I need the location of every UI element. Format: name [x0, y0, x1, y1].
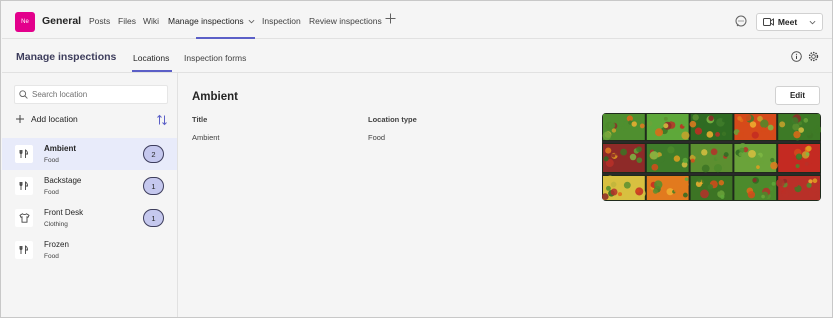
cutlery-icon [15, 145, 33, 163]
location-type: Food [44, 157, 59, 164]
meet-button[interactable]: Meet [756, 13, 804, 31]
chevron-down-icon [248, 20, 255, 24]
location-item-front-desk[interactable]: Front Desk Clothing 1 [2, 202, 177, 234]
location-item-backstage[interactable]: Backstage Food 1 [2, 170, 177, 202]
plus-icon [16, 115, 24, 123]
meet-label: Meet [777, 17, 798, 27]
location-item-ambient[interactable]: Ambient Food 2 [2, 138, 177, 170]
tab-inspection-forms[interactable]: Inspection forms [184, 53, 246, 63]
location-item-frozen[interactable]: Frozen Food [2, 234, 177, 266]
location-name: Ambient [44, 144, 76, 153]
tab-manage-inspections[interactable]: Manage inspections [168, 16, 255, 26]
tab-locations[interactable]: Locations [133, 53, 169, 63]
tab-review-inspections[interactable]: Review inspections [309, 16, 382, 26]
inspection-count-badge: 1 [143, 177, 164, 195]
location-type: Food [44, 189, 59, 196]
location-title: Ambient [192, 91, 238, 103]
inspection-count-badge: 1 [143, 209, 164, 227]
tab-inspection[interactable]: Inspection [262, 16, 301, 26]
location-detail-panel: Ambient Edit Title Ambient Location type… [178, 73, 832, 317]
search-icon [19, 90, 28, 99]
plus-icon [385, 13, 396, 24]
inspection-count-badge: 2 [143, 145, 164, 163]
location-name: Front Desk [44, 208, 84, 217]
channel-name: General [42, 15, 82, 27]
search-input[interactable] [32, 90, 162, 99]
app-window: Ne General Posts Files Wiki Manage inspe… [0, 0, 833, 318]
location-type: Clothing [44, 221, 68, 228]
gear-icon[interactable] [808, 51, 819, 62]
channel-header: Ne General Posts Files Wiki Manage inspe… [2, 2, 832, 39]
location-name: Backstage [44, 176, 82, 185]
location-type-column-header: Location type [368, 115, 417, 124]
team-avatar[interactable]: Ne [15, 12, 35, 32]
title-value: Ambient [192, 133, 220, 142]
add-location-button[interactable]: Add location [16, 114, 78, 124]
cutlery-icon [15, 241, 33, 259]
add-location-label: Add location [31, 114, 78, 124]
location-type: Food [44, 253, 59, 260]
tab-wiki[interactable]: Wiki [143, 16, 159, 26]
tab-posts[interactable]: Posts [89, 16, 110, 26]
info-icon[interactable] [791, 51, 802, 62]
title-column-header: Title [192, 115, 208, 124]
cutlery-icon [15, 177, 33, 195]
tab-files[interactable]: Files [118, 16, 136, 26]
video-camera-icon [762, 18, 774, 26]
location-image [602, 113, 821, 201]
tab-label: Manage inspections [168, 16, 244, 26]
edit-button[interactable]: Edit [775, 86, 820, 105]
locations-sidebar: Add location Ambient Food 2 Backstage Fo… [2, 73, 178, 317]
page-title: Manage inspections [16, 51, 117, 63]
meet-dropdown-button[interactable] [803, 13, 823, 31]
location-name: Frozen [44, 240, 69, 249]
app-header: Manage inspections Locations Inspection … [2, 39, 832, 73]
shirt-icon [15, 209, 33, 227]
add-tab-button[interactable] [385, 12, 396, 26]
sort-icon[interactable] [156, 114, 168, 126]
chevron-down-icon [809, 20, 816, 24]
search-box[interactable] [14, 85, 168, 104]
chat-icon[interactable] [735, 15, 747, 27]
active-tab-indicator [132, 70, 172, 72]
location-type-value: Food [368, 133, 386, 142]
